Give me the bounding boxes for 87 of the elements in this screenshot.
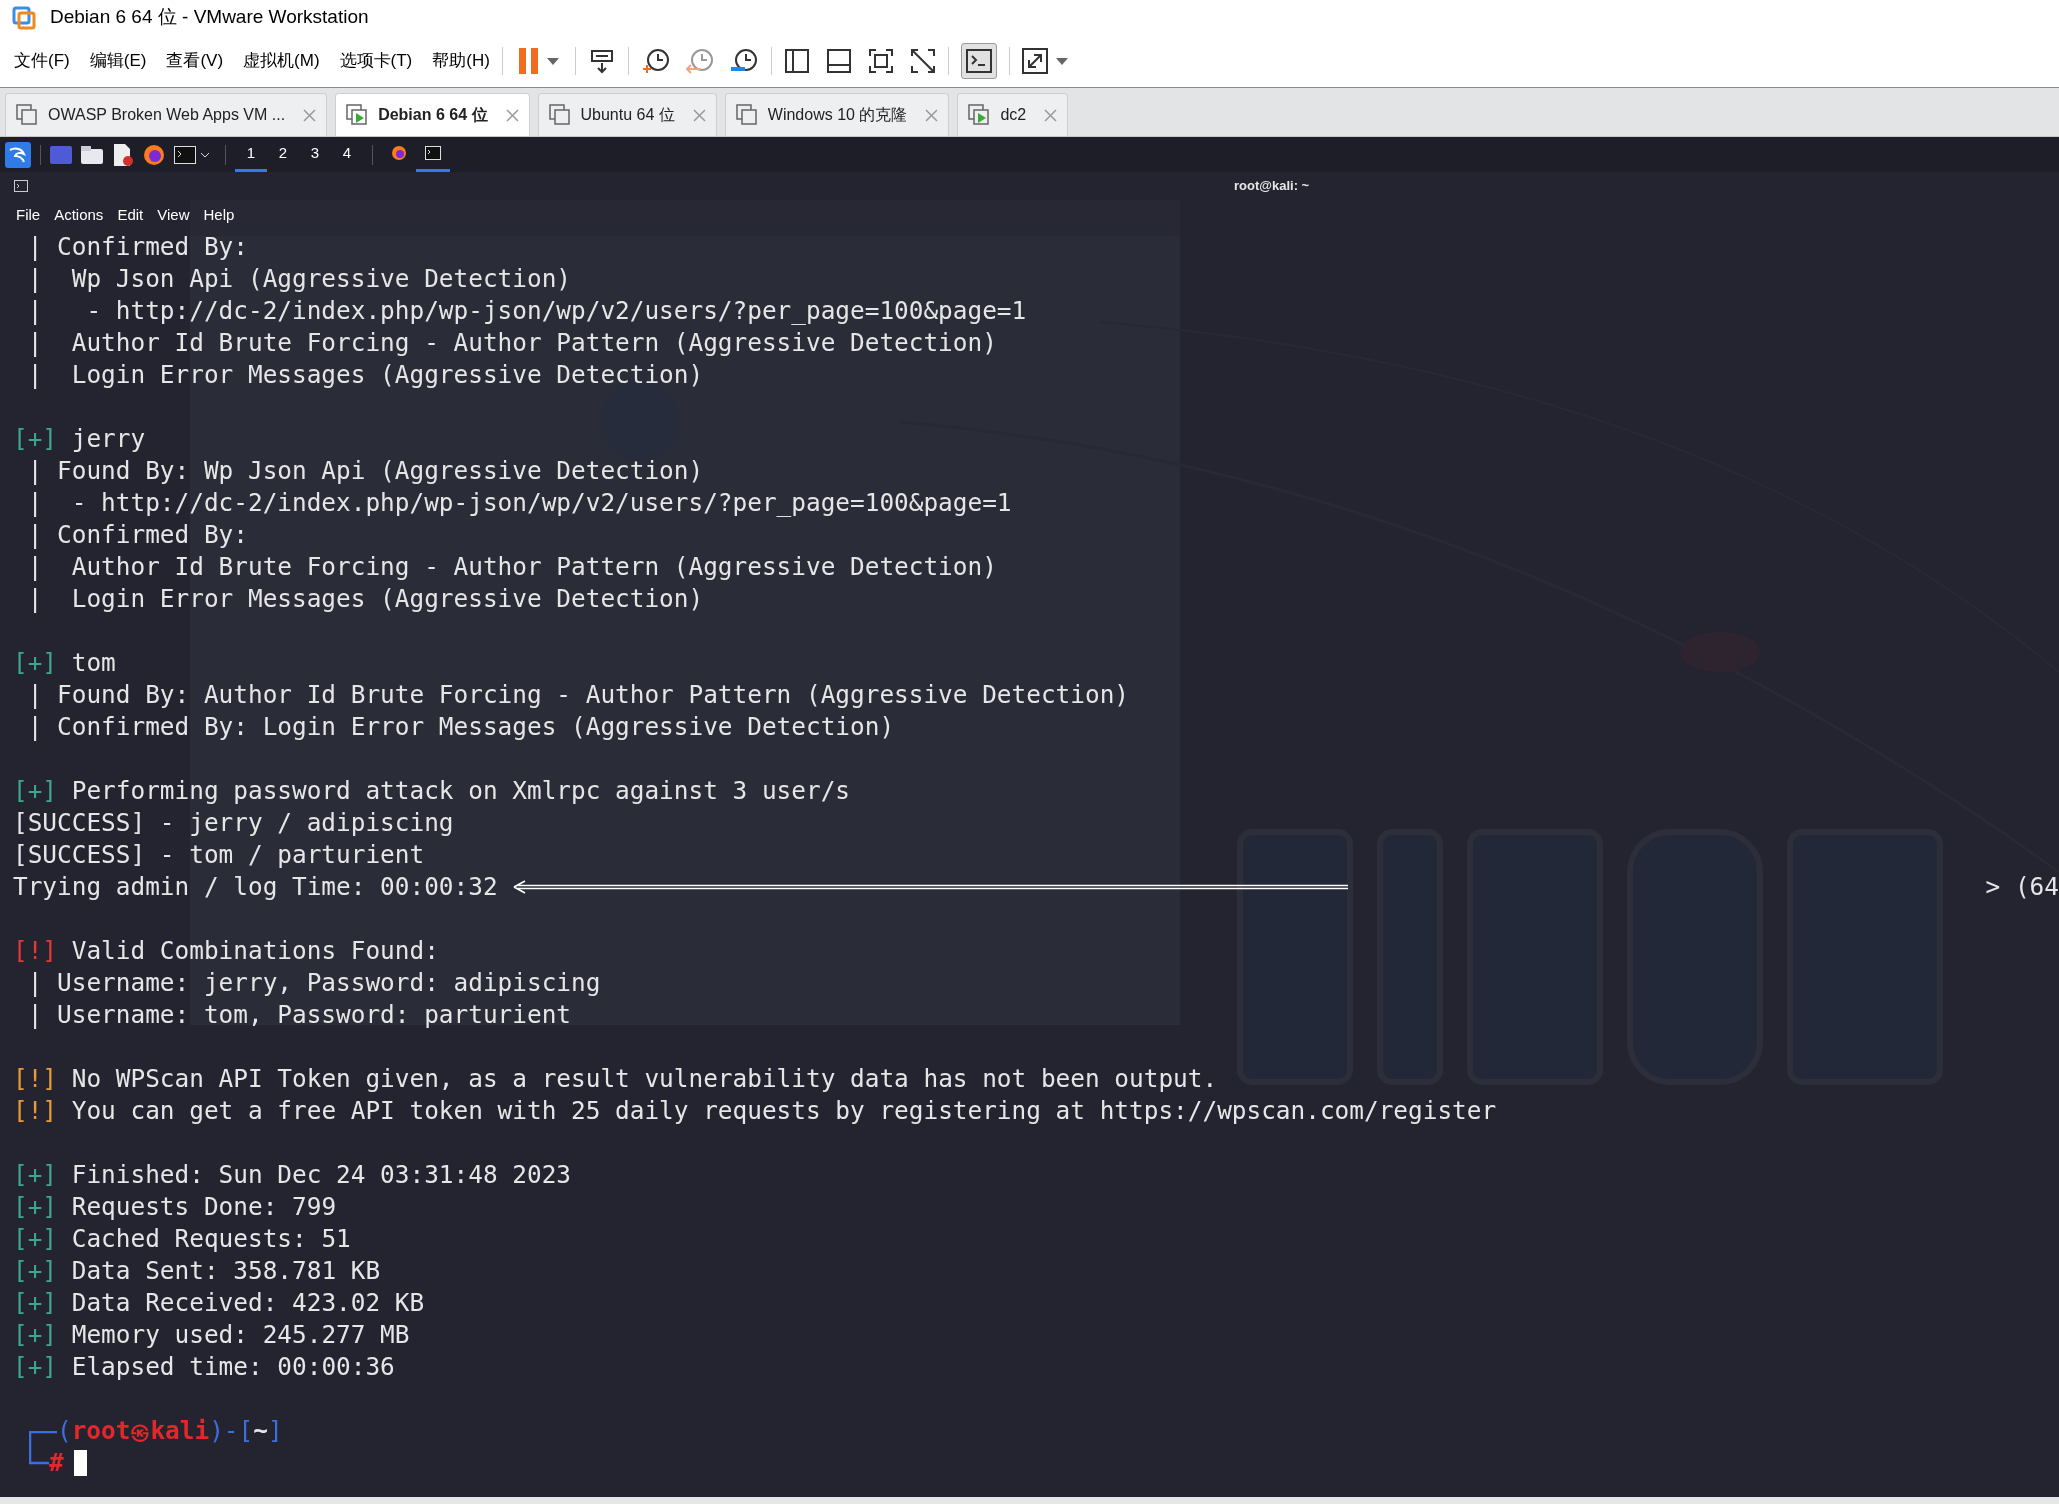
dragon-icon xyxy=(8,145,28,164)
terminal-line: | Author Id Brute Forcing - Author Pattern (Aggressive Detection) xyxy=(26,327,997,359)
prompt-corner-icon xyxy=(29,1431,57,1447)
terminal-line: | Wp Json Api (Aggressive Detection) xyxy=(26,263,571,295)
terminal-line: [+] jerry xyxy=(13,423,146,455)
prompt-corner-icon xyxy=(29,1447,49,1465)
terminal-line: [+] tom xyxy=(13,647,116,679)
desktop-icon[interactable] xyxy=(50,145,72,164)
vm-icon xyxy=(548,104,571,126)
clock-plus-icon[interactable] xyxy=(640,47,671,75)
bottom-panel-layout-icon[interactable] xyxy=(825,48,852,74)
terminal-line: [+] Performing password attack on Xmlrpc against 3 user/s xyxy=(13,775,851,807)
terminal-line: | - http://dc-2/index.php/wp-json/wp/v2/users/?per_page=100&page=1 xyxy=(26,295,1027,327)
terminal-line: [!] Valid Combinations Found: xyxy=(13,935,439,967)
terminal-line: [+] Data Sent: 358.781 KB xyxy=(13,1255,381,1287)
terminal-line: | Author Id Brute Forcing - Author Pattern (Aggressive Detection) xyxy=(26,551,997,583)
terminal-line: [!] No WPScan API Token given, as a result vulnerability data has not been output. xyxy=(13,1063,1218,1095)
vm-icon xyxy=(16,104,38,126)
vm-running-icon xyxy=(346,104,369,126)
caret-icon xyxy=(1055,57,1068,65)
menu-item[interactable]: 编辑(E) xyxy=(89,48,147,74)
terminal-icon xyxy=(965,49,992,73)
terminal-line: [+] Memory used: 245.277 MB xyxy=(13,1319,410,1351)
sidebar-layout-icon[interactable] xyxy=(783,48,810,74)
close-icon[interactable] xyxy=(505,108,519,122)
vm-tab[interactable]: Ubuntu 64 位 xyxy=(537,93,717,136)
menu-item[interactable]: View xyxy=(157,204,190,227)
menu-item[interactable]: 选项卡(T) xyxy=(339,48,413,74)
app-logo-icon xyxy=(12,5,36,30)
menu-item[interactable]: 虚拟机(M) xyxy=(243,48,320,74)
vm-tab[interactable]: OWASP Broken Web Apps VM ... xyxy=(5,93,328,136)
window-title: Debian 6 64 位 - VMware Workstation xyxy=(50,5,369,30)
browser-icon[interactable] xyxy=(143,143,165,166)
vm-running-icon xyxy=(968,104,991,126)
vm-tab[interactable]: Windows 10 的克隆 xyxy=(724,93,950,136)
vm-tab[interactable]: dc2 xyxy=(957,93,1069,136)
workspace-button[interactable]: 3 xyxy=(299,137,331,172)
terminal-line: | Username: jerry, Password: adipiscing xyxy=(26,967,601,999)
menu-item[interactable]: 帮助(H) xyxy=(432,48,490,74)
terminal-title: root@kali: ~ xyxy=(1234,177,1310,196)
terminal-line: | Confirmed By: xyxy=(26,231,248,263)
terminal-line: [+] Data Received: 423.02 KB xyxy=(13,1287,425,1319)
expand-icon xyxy=(1021,48,1048,74)
terminal-line: > (64 xyxy=(1985,871,2059,903)
terminal-icon xyxy=(174,145,196,164)
terminal-line: [+] Requests Done: 799 xyxy=(13,1191,337,1223)
terminal-line: | Confirmed By: Login Error Messages (Aggressive Detection) xyxy=(26,711,895,743)
console-view-button[interactable] xyxy=(960,43,997,79)
terminal-line: Trying admin / log Time: 00:00:32 xyxy=(13,871,498,903)
workspace-button[interactable]: 2 xyxy=(267,137,299,172)
menu-item[interactable]: Edit xyxy=(117,204,144,227)
terminal-line: | Login Error Messages (Aggressive Detection) xyxy=(26,583,704,615)
menu-item[interactable]: 文件(F) xyxy=(14,48,70,74)
terminal-line: | Login Error Messages (Aggressive Detection) xyxy=(26,359,704,391)
shell-prompt: (root㉿kali)-[~] xyxy=(57,1414,283,1447)
caret-icon xyxy=(546,57,559,65)
vm-icon xyxy=(735,104,758,126)
terminal-line: | Found By: Wp Json Api (Aggressive Detection) xyxy=(26,455,704,487)
terminal-line: [!] You can get a free API token with 25 daily requests by registering at https://wpscan.com/register xyxy=(13,1095,1497,1127)
terminal-launcher-button[interactable] xyxy=(174,145,210,164)
menu-item[interactable]: File xyxy=(16,204,41,227)
prompt-symbol: # xyxy=(49,1447,64,1479)
menu-item[interactable]: 查看(V) xyxy=(166,48,224,74)
terminal-line: [+] Finished: Sun Dec 24 03:31:48 2023 xyxy=(13,1159,572,1191)
vm-tab[interactable]: Debian 6 64 位 xyxy=(335,93,530,136)
terminal-line: | - http://dc-2/index.php/wp-json/wp/v2/users/?per_page=100&page=1 xyxy=(26,487,1012,519)
fullscreen-frame-icon[interactable] xyxy=(867,48,894,74)
terminal-line: [SUCCESS] - jerry / adipiscing xyxy=(13,807,454,839)
document-icon[interactable] xyxy=(112,143,134,166)
kali-menu-button[interactable] xyxy=(5,141,31,168)
browser-icon xyxy=(391,145,407,161)
terminal-line: | Username: tom, Password: parturient xyxy=(26,999,571,1031)
caret-icon xyxy=(200,151,210,158)
menu-item[interactable]: Actions xyxy=(54,204,104,227)
folder-icon[interactable] xyxy=(81,145,103,164)
workspace-button[interactable]: 4 xyxy=(331,137,363,172)
pause-icon xyxy=(518,48,539,74)
terminal-icon xyxy=(425,146,441,160)
terminal-line: [SUCCESS] - tom / parturient xyxy=(13,839,425,871)
terminal-icon xyxy=(14,180,28,192)
terminal-line: | Confirmed By: xyxy=(26,519,248,551)
clock-arrow-icon[interactable] xyxy=(684,47,715,75)
terminal-line: [+] Cached Requests: 51 xyxy=(13,1223,351,1255)
menu-item[interactable]: Help xyxy=(203,204,235,227)
fullscreen-button[interactable] xyxy=(1021,48,1068,74)
terminal-line: | Found By: Author Id Brute Forcing - Author Pattern (Aggressive Detection) xyxy=(26,679,1129,711)
terminal-line: [+] Elapsed time: 00:00:36 xyxy=(13,1351,395,1383)
